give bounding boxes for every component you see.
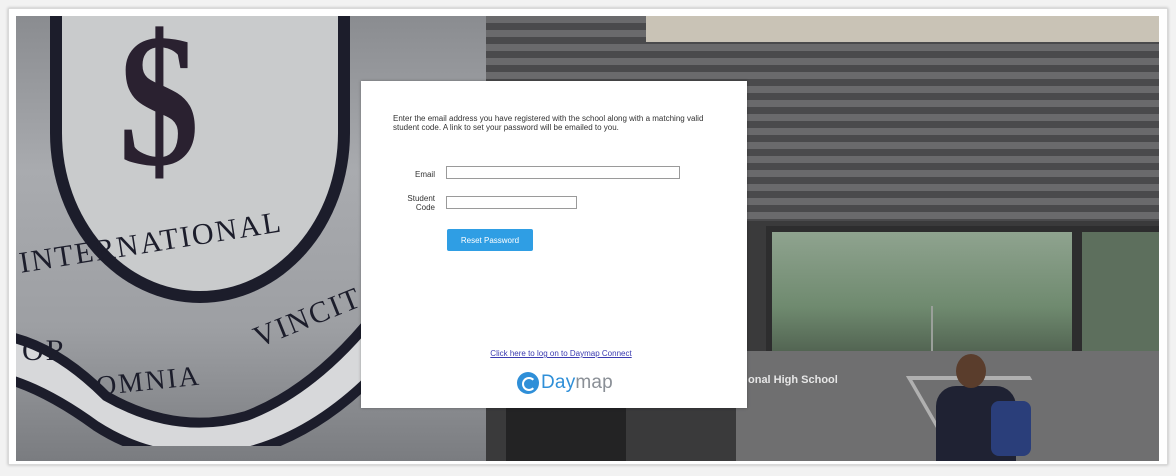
daymap-logo-text: Daymap	[541, 372, 613, 394]
student-head	[956, 354, 986, 388]
backpack	[991, 401, 1031, 456]
email-field[interactable]	[446, 166, 680, 179]
daymap-logo-icon	[517, 372, 539, 394]
student-code-label: Student Code	[390, 194, 435, 212]
reset-password-button[interactable]: Reset Password	[447, 229, 533, 251]
logo-text-secondary: map	[575, 372, 613, 393]
motto-left: OR	[22, 334, 68, 367]
building-sign: onal High School	[748, 374, 838, 386]
student-code-label-line2: Code	[415, 203, 435, 212]
window	[1076, 226, 1159, 363]
daymap-connect-link[interactable]: Click here to log on to Daymap Connect	[421, 349, 701, 358]
email-label: Email	[414, 170, 435, 179]
student-code-label-line1: Student	[407, 194, 435, 203]
logo-text-primary: Day	[541, 372, 576, 393]
crest-monogram: $	[118, 16, 200, 206]
window	[766, 226, 1078, 363]
instructions-text: Enter the email address you have registe…	[393, 114, 704, 132]
awning-ceiling	[646, 16, 1159, 42]
student-code-field[interactable]	[446, 196, 577, 209]
daymap-logo: Daymap	[517, 371, 613, 395]
reset-password-dialog: Enter the email address you have registe…	[361, 81, 747, 408]
